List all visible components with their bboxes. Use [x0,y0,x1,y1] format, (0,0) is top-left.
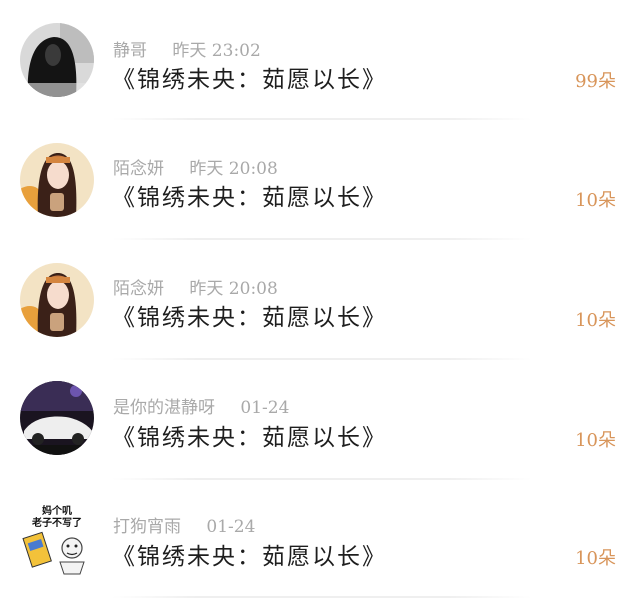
timestamp: 01-24 [206,517,256,537]
username[interactable]: 打狗宵雨 [113,517,181,537]
book-title[interactable]: 《锦绣未央：茹愿以长》 [112,60,387,94]
comment-meta: 陌念妍 昨天 20:08 [113,274,278,299]
timestamp: 昨天 23:02 [172,41,261,61]
username[interactable]: 陌念妍 [113,159,164,179]
comment-meta: 是你的湛静呀 01-24 [113,393,290,418]
list-item[interactable]: 妈个叽 老子不写了 打狗宵雨 01-24 《锦绣未央：茹愿以长》 10朵 [0,480,640,600]
list-item[interactable]: 陌念妍 昨天 20:08 《锦绣未央：茹愿以长》 10朵 [0,120,640,240]
cartoon-girl-avatar-icon [20,143,94,217]
flower-count: 99朵 [575,71,616,92]
book-title[interactable]: 《锦绣未央：茹愿以长》 [112,298,387,332]
dark-portrait-avatar-icon [20,23,94,97]
gift-comment-list: 静哥 昨天 23:02 《锦绣未央：茹愿以长》 99朵 陌念妍 昨天 20:08… [0,0,640,599]
list-item[interactable]: 是你的湛静呀 01-24 《锦绣未央：茹愿以长》 10朵 [0,360,640,480]
avatar[interactable] [20,381,94,455]
sticker-text-line2: 老子不写了 [31,516,82,529]
timestamp: 昨天 20:08 [189,159,278,179]
username[interactable]: 静哥 [113,41,147,61]
list-item[interactable]: 静哥 昨天 23:02 《锦绣未央：茹愿以长》 99朵 [0,0,640,120]
comment-meta: 打狗宵雨 01-24 [113,512,256,537]
avatar[interactable] [20,263,94,337]
username[interactable]: 陌念妍 [113,279,164,299]
book-title[interactable]: 《锦绣未央：茹愿以长》 [112,418,387,452]
book-title[interactable]: 《锦绣未央：茹愿以长》 [112,178,387,212]
white-sports-car-avatar-icon [20,381,94,455]
avatar[interactable] [20,23,94,97]
comment-meta: 陌念妍 昨天 20:08 [113,154,278,179]
list-item[interactable]: 陌念妍 昨天 20:08 《锦绣未央：茹愿以长》 10朵 [0,240,640,360]
meme-sticker-avatar-icon: 妈个叽 老子不写了 [20,502,94,576]
divider [112,596,532,598]
flower-count: 10朵 [575,548,616,569]
sticker-text-line1: 妈个叽 [42,504,72,517]
flower-count: 10朵 [575,190,616,211]
flower-count: 10朵 [575,310,616,331]
timestamp: 昨天 20:08 [189,279,278,299]
avatar[interactable] [20,143,94,217]
cartoon-girl-avatar-icon [20,263,94,337]
avatar[interactable]: 妈个叽 老子不写了 [20,502,94,576]
username[interactable]: 是你的湛静呀 [113,398,215,418]
flower-count: 10朵 [575,430,616,451]
timestamp: 01-24 [240,398,290,418]
book-title[interactable]: 《锦绣未央：茹愿以长》 [112,537,387,571]
comment-meta: 静哥 昨天 23:02 [113,36,261,61]
